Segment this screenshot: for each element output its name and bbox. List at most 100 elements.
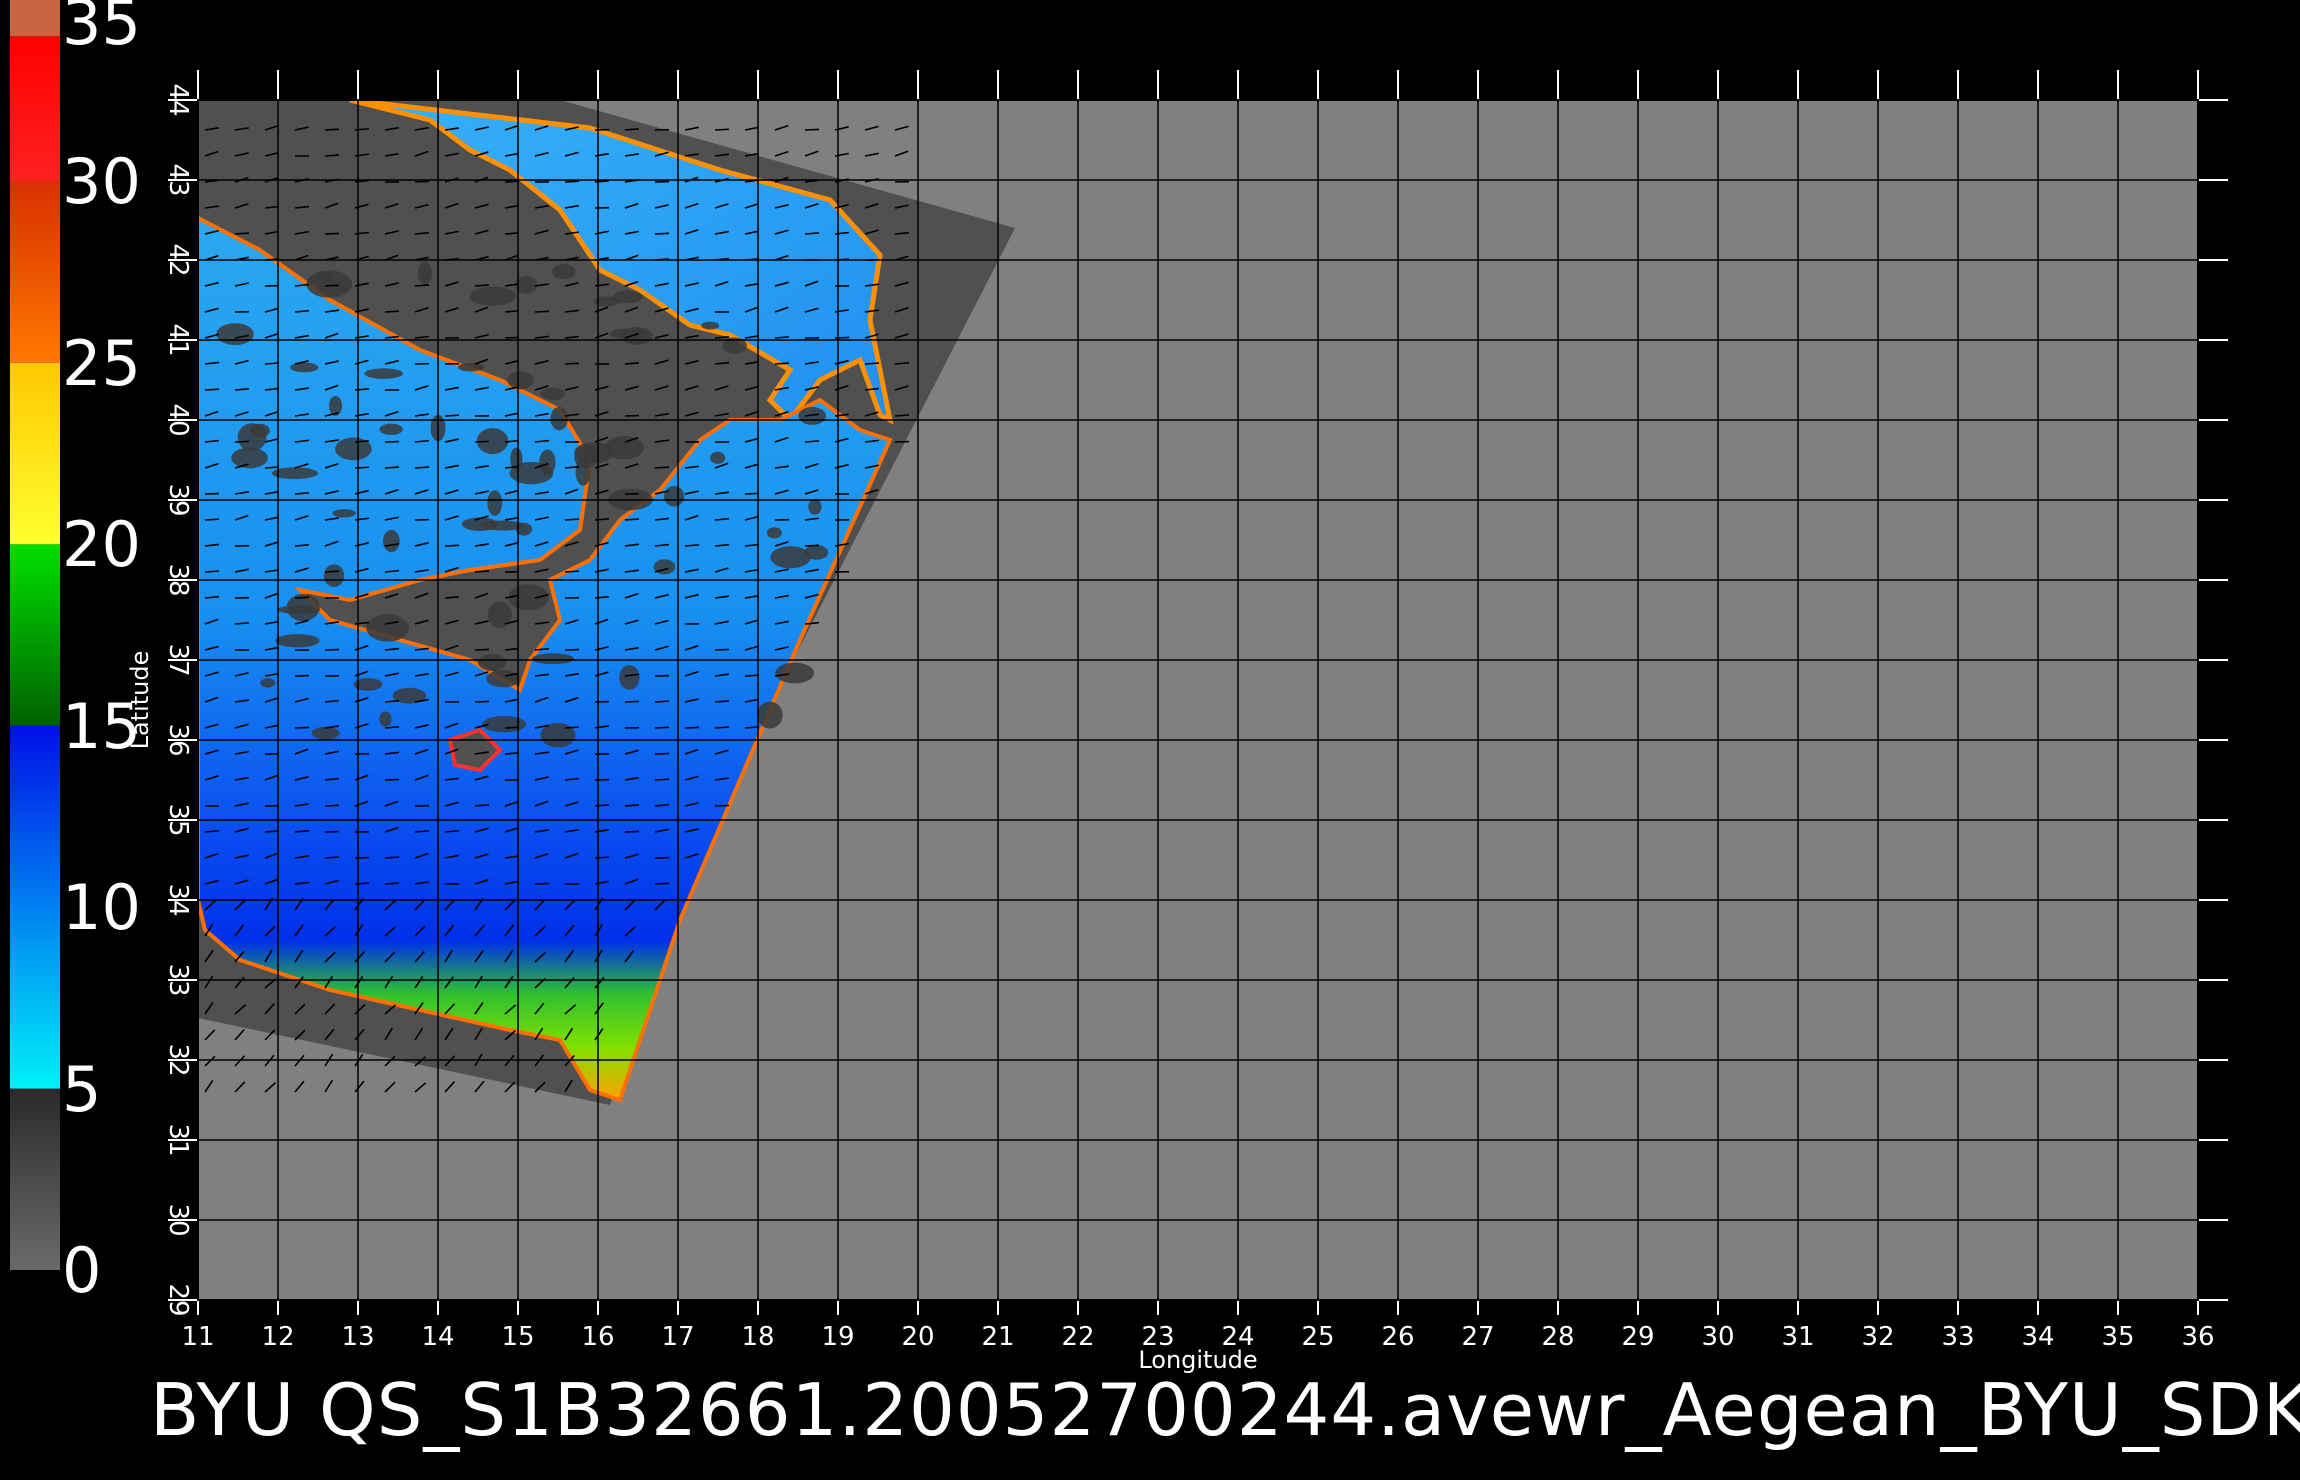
- rain-patch: [509, 461, 554, 485]
- longitude-tick-label: 33: [1941, 1322, 1974, 1352]
- rain-patch: [366, 614, 410, 642]
- colorbar-label: 5: [62, 1052, 102, 1126]
- wind-barb: [744, 726, 760, 729]
- wind-barb: [324, 128, 340, 131]
- wind-barb: [714, 726, 730, 729]
- wind-barb: [654, 882, 670, 885]
- wind-barb: [384, 882, 400, 885]
- wind-barb: [474, 700, 490, 703]
- wind-barb: [384, 778, 400, 781]
- rain-patch: [323, 564, 345, 588]
- wind-barb: [204, 518, 220, 521]
- wind-barb: [234, 622, 250, 625]
- wind-barb: [744, 492, 760, 495]
- rain-patch: [260, 678, 276, 688]
- latitude-tick-label: 35: [163, 803, 193, 836]
- rain-patch: [332, 509, 356, 518]
- latitude-tick-label: 37: [163, 643, 193, 676]
- rain-patch: [540, 387, 566, 401]
- longitude-tick-label: 35: [2101, 1322, 2134, 1352]
- rain-patch: [756, 701, 783, 729]
- wind-barb: [594, 856, 610, 859]
- latitude-tick-labels: 29 30 31 32 33 34 35 36 37 38 39 40 41 42 43 44: [163, 83, 193, 1316]
- wind-barb: [234, 232, 250, 235]
- colorbar-segment: [10, 36, 60, 182]
- wind-barb: [474, 570, 490, 573]
- latitude-tick-label: 41: [163, 323, 193, 356]
- rain-patch: [770, 546, 811, 569]
- longitude-tick-label: 18: [741, 1322, 774, 1352]
- wind-barb: [384, 856, 400, 859]
- rain-patch: [710, 451, 726, 464]
- latitude-tick-label: 34: [163, 883, 193, 916]
- rain-patch: [575, 457, 591, 486]
- rain-patch: [477, 654, 507, 671]
- wind-barb: [504, 726, 520, 729]
- longitude-tick-label: 15: [501, 1322, 534, 1352]
- latitude-tick-label: 29: [163, 1283, 193, 1316]
- wind-barb: [564, 726, 580, 729]
- longitude-tick-label: 34: [2021, 1322, 2054, 1352]
- wind-barb: [894, 414, 910, 417]
- wind-barb: [564, 570, 580, 573]
- wind-barb: [474, 648, 490, 651]
- rain-patch: [808, 499, 822, 515]
- colorbar-label: 15: [62, 689, 141, 763]
- wind-barb: [504, 232, 520, 235]
- wind-barb: [264, 466, 280, 469]
- longitude-tick-label: 25: [1301, 1322, 1334, 1352]
- longitude-tick-label: 27: [1461, 1322, 1494, 1352]
- longitude-tick-label: 28: [1541, 1322, 1574, 1352]
- wind-barb: [624, 518, 640, 521]
- wind-barb: [504, 180, 520, 183]
- rain-patch: [804, 545, 829, 560]
- latitude-tick-label: 40: [163, 403, 193, 436]
- rain-patch: [487, 490, 503, 516]
- rain-patch: [379, 423, 403, 435]
- colorbar-segment: [10, 725, 60, 1089]
- wind-barb: [804, 232, 820, 235]
- wind-barb: [294, 596, 310, 599]
- colorbar-segment: [10, 544, 60, 726]
- wind-barb: [804, 544, 820, 547]
- rain-patch: [306, 270, 353, 298]
- rain-patch: [619, 665, 640, 690]
- wind-barb: [384, 466, 400, 469]
- rain-patch: [663, 485, 685, 507]
- wind-barb: [714, 804, 730, 807]
- wind-barb: [654, 778, 670, 781]
- wind-barb: [294, 726, 310, 729]
- longitude-tick-label: 26: [1381, 1322, 1414, 1352]
- wind-barb: [264, 362, 280, 365]
- longitude-tick-label: 12: [261, 1322, 294, 1352]
- wind-barb: [534, 882, 550, 885]
- latitude-tick-label: 31: [163, 1123, 193, 1156]
- longitude-tick-label: 36: [2181, 1322, 2214, 1352]
- longitude-tick-label: 14: [421, 1322, 454, 1352]
- wind-barb: [594, 804, 610, 807]
- rain-patch: [798, 407, 827, 425]
- rain-patch: [486, 670, 520, 688]
- wind-barb: [444, 544, 460, 547]
- wind-barb: [774, 362, 790, 365]
- rain-patch: [604, 436, 644, 460]
- rain-patch: [487, 601, 512, 628]
- wind-barb: [774, 336, 790, 339]
- rain-patch: [364, 368, 404, 379]
- wind-barb: [564, 180, 580, 183]
- latitude-tick-label: 30: [163, 1203, 193, 1236]
- colorbar-label: 10: [62, 871, 141, 945]
- longitude-tick-label: 32: [1861, 1322, 1894, 1352]
- rain-patch: [216, 323, 254, 346]
- wind-barb: [564, 518, 580, 521]
- wind-barb: [324, 856, 340, 859]
- longitude-tick-label: 13: [341, 1322, 374, 1352]
- rain-patch: [550, 406, 568, 431]
- rain-patch: [531, 653, 575, 665]
- rain-patch: [317, 273, 333, 283]
- colorbar-label: 30: [62, 145, 141, 219]
- wind-barb: [474, 284, 490, 287]
- colorbar-segment: [10, 181, 60, 363]
- rain-patch: [551, 263, 576, 280]
- wind-barb: [864, 362, 880, 365]
